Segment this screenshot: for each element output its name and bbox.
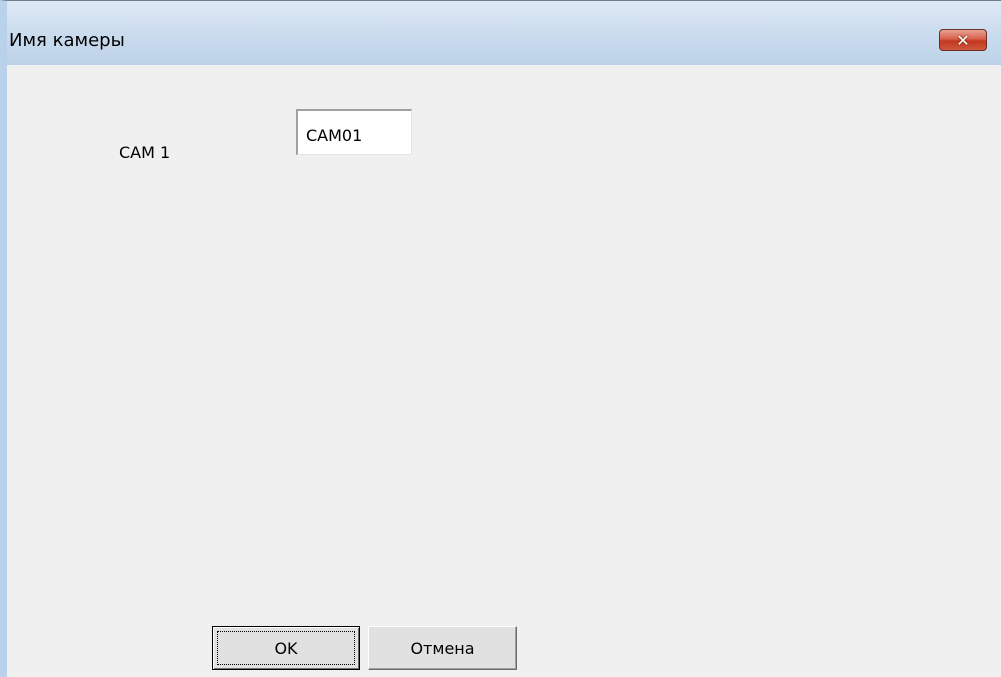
close-button[interactable]: ✕: [939, 29, 987, 51]
camera-name-input[interactable]: [296, 109, 412, 155]
camera-name-dialog: Имя камеры ✕ CAM 1 OK Отмена: [0, 0, 1001, 677]
ok-button-label: OK: [274, 638, 298, 658]
dialog-body: CAM 1 OK Отмена: [7, 65, 1001, 677]
cancel-button-label: Отмена: [410, 638, 475, 658]
title-bar[interactable]: Имя камеры ✕: [7, 1, 1001, 65]
cancel-button[interactable]: Отмена: [368, 626, 517, 670]
ok-button[interactable]: OK: [212, 626, 360, 670]
window-title: Имя камеры: [9, 30, 125, 51]
close-icon: ✕: [956, 30, 970, 50]
camera-label: CAM 1: [119, 143, 171, 162]
